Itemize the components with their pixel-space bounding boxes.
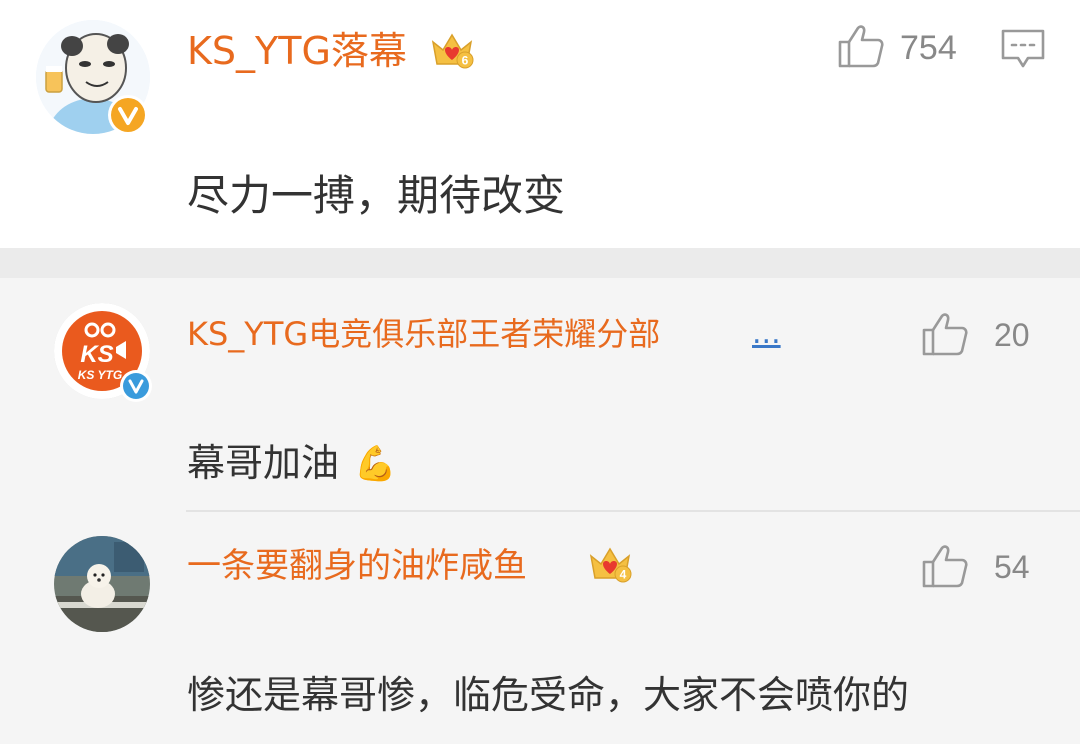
crown-level-icon: 6 bbox=[430, 30, 474, 70]
like-count: 20 bbox=[994, 317, 1030, 353]
reply-divider bbox=[186, 510, 1080, 512]
avatar[interactable] bbox=[54, 536, 150, 632]
dog-photo-avatar-icon bbox=[54, 536, 150, 632]
section-separator bbox=[0, 248, 1080, 278]
like-count: 754 bbox=[900, 29, 957, 67]
blue-verified-v-icon bbox=[120, 370, 152, 402]
like-count: 54 bbox=[994, 549, 1030, 585]
comment-text: 尽力一搏，期待改变 bbox=[187, 171, 566, 220]
comment-username[interactable]: KS_YTG落幕 bbox=[187, 26, 407, 76]
thumbs-up-icon[interactable] bbox=[922, 312, 968, 356]
crown-level-icon: 4 bbox=[588, 544, 632, 584]
main-comment: KS_YTG落幕 6 754 尽力一搏，期待改变 bbox=[0, 0, 1080, 248]
svg-text:KS YTG: KS YTG bbox=[78, 368, 122, 382]
flexed-biceps-emoji: 💪 bbox=[354, 444, 397, 484]
reply-text: 幕哥加油 bbox=[187, 441, 340, 485]
username-ellipsis[interactable]: ... bbox=[752, 312, 781, 356]
thumbs-up-icon[interactable] bbox=[838, 24, 884, 68]
crown-level: 4 bbox=[620, 568, 627, 582]
reply-username[interactable]: 一条要翻身的油炸咸鱼 bbox=[187, 543, 527, 589]
thumbs-up-icon[interactable] bbox=[922, 544, 968, 588]
svg-text:KS: KS bbox=[80, 341, 113, 368]
crown-level: 6 bbox=[462, 54, 469, 68]
reply-comment-icon[interactable] bbox=[1000, 28, 1046, 70]
reply-text: 惨还是幕哥惨，临危受命，大家不会喷你的 bbox=[187, 673, 910, 717]
reply-username[interactable]: KS_YTG电竞俱乐部王者荣耀分部 bbox=[187, 312, 660, 356]
gold-verified-v-icon bbox=[108, 95, 148, 135]
